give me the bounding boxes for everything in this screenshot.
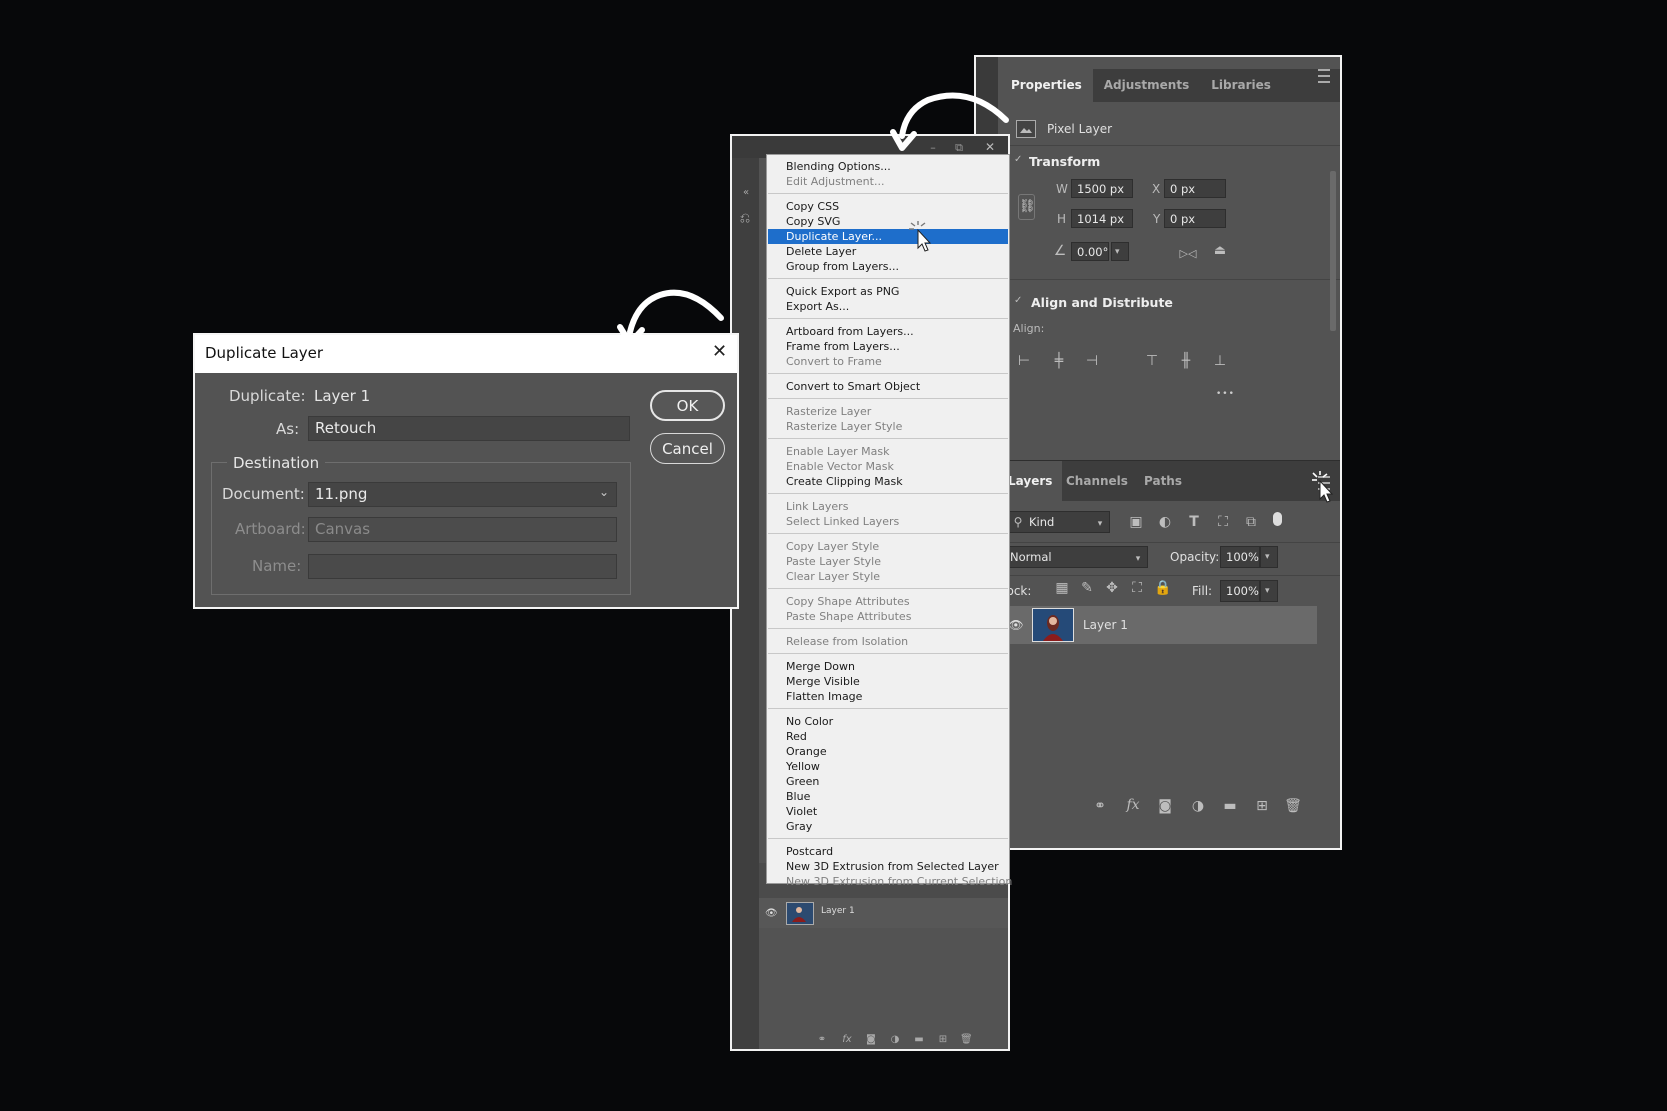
annotation-arrows <box>617 92 1009 346</box>
arrow-to-menu <box>899 92 1009 139</box>
arrow-to-dialog <box>627 289 724 335</box>
